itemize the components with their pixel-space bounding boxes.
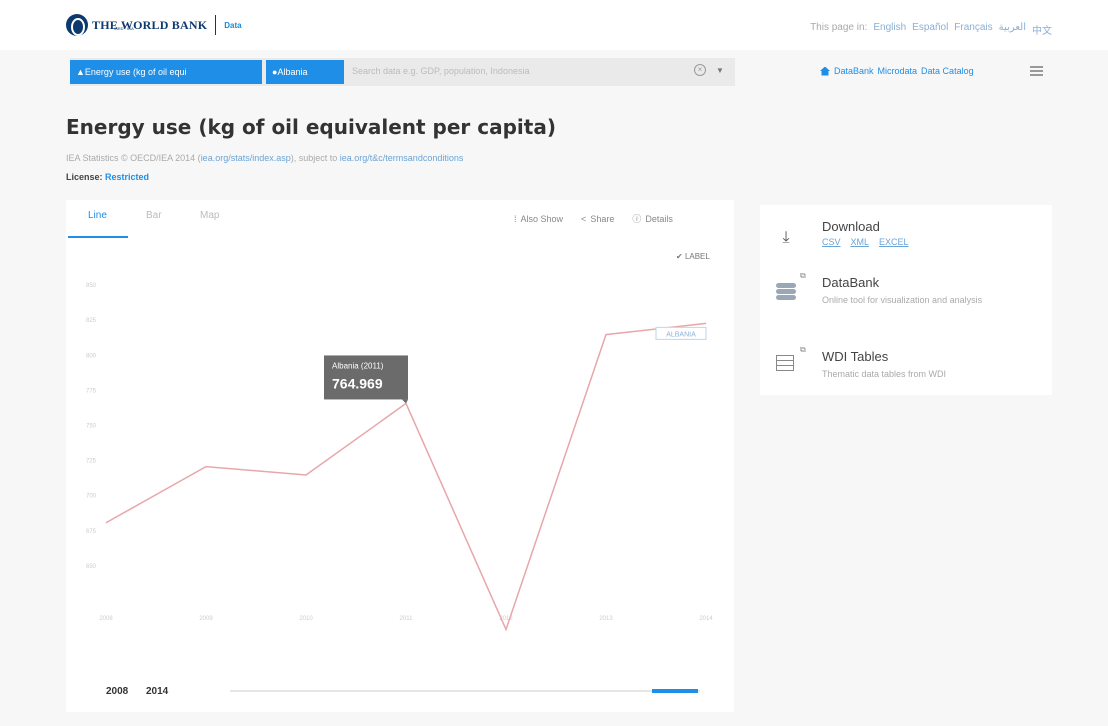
share-label: Share bbox=[590, 213, 615, 224]
y-tick-label: 700 bbox=[86, 494, 97, 500]
country-chip[interactable]: ● Albania bbox=[266, 60, 344, 84]
y-tick-label: 850 bbox=[86, 283, 97, 289]
y-tick-label: 725 bbox=[86, 459, 97, 465]
share-icon: < bbox=[581, 213, 587, 224]
lang-chinese[interactable]: 中文 bbox=[1032, 22, 1052, 37]
menu-icon[interactable] bbox=[1030, 66, 1043, 76]
search-input[interactable]: Search data e.g. GDP, population, Indone… bbox=[352, 66, 529, 76]
logo-sub: IBRD · IDA bbox=[114, 26, 134, 31]
lang-arabic[interactable]: العربية bbox=[999, 22, 1026, 37]
source-mid: ), subject to bbox=[290, 153, 340, 163]
download-xml-link[interactable]: XML bbox=[851, 237, 870, 247]
language-switcher: This page in: English Español Français ا… bbox=[810, 22, 1052, 37]
data-point[interactable] bbox=[504, 627, 508, 631]
nav-data-catalog[interactable]: Data Catalog bbox=[921, 66, 974, 76]
data-point[interactable] bbox=[304, 473, 308, 477]
info-icon: ⓘ bbox=[632, 214, 642, 224]
logo-section[interactable]: Data bbox=[224, 21, 241, 30]
y-tick-label: 750 bbox=[86, 423, 97, 429]
wdi-desc: Thematic data tables from WDI bbox=[822, 369, 947, 379]
nav-links: DataBank Microdata Data Catalog bbox=[820, 66, 974, 76]
x-tick-label: 2010 bbox=[299, 616, 313, 622]
country-chip-label: Albania bbox=[277, 67, 308, 77]
y-tick-label: 650 bbox=[86, 564, 97, 570]
y-tick-label: 825 bbox=[86, 318, 97, 324]
license-line: License: Restricted bbox=[66, 172, 149, 182]
x-tick-label: 2009 bbox=[199, 616, 213, 622]
nav-microdata[interactable]: Microdata bbox=[878, 66, 918, 76]
tooltip-value: 764.969 bbox=[332, 375, 383, 391]
world-bank-logo[interactable]: THE WORLD BANK IBRD · IDA Data bbox=[66, 14, 242, 36]
data-point[interactable] bbox=[604, 333, 608, 337]
source-link-stats[interactable]: iea.org/stats/index.asp bbox=[201, 153, 291, 163]
x-tick-label: 2014 bbox=[699, 616, 713, 622]
x-tick-label: 2008 bbox=[99, 616, 113, 622]
also-show-button[interactable]: ⁞ Also Show bbox=[514, 212, 563, 225]
lang-english[interactable]: English bbox=[873, 22, 906, 37]
clear-icon[interactable]: × bbox=[694, 64, 706, 76]
plus-icon: ⁞ bbox=[514, 213, 517, 224]
tooltip-title: Albania (2011) bbox=[332, 361, 384, 370]
data-point[interactable] bbox=[104, 521, 108, 525]
external-link-icon: ⧉ bbox=[800, 271, 806, 280]
y-tick-label: 775 bbox=[86, 388, 97, 394]
y-tick-label: 675 bbox=[86, 529, 97, 535]
logo-divider bbox=[215, 15, 217, 35]
range-slider-handle[interactable] bbox=[652, 689, 698, 693]
x-tick-label: 2013 bbox=[599, 616, 613, 622]
databank-desc: Online tool for visualization and analys… bbox=[822, 295, 983, 305]
range-end-year: 2014 bbox=[146, 686, 169, 697]
license-label: License: bbox=[66, 172, 103, 182]
download-icon: ⤓ bbox=[782, 229, 790, 246]
lang-francais[interactable]: Français bbox=[954, 22, 992, 37]
chart-tools: ⁞ Also Show < Share ⓘ Details bbox=[514, 212, 673, 225]
indicator-chip-label: Energy use (kg of oil equi bbox=[84, 67, 187, 77]
license-value[interactable]: Restricted bbox=[105, 172, 149, 182]
line-chart[interactable]: 650 675 700 725 750 775 800 825 850 2008 2009 2010 2… bbox=[66, 260, 734, 680]
data-point[interactable] bbox=[204, 465, 208, 469]
globe-icon bbox=[66, 14, 88, 36]
tab-map[interactable]: Map bbox=[200, 210, 219, 221]
page-title: Energy use (kg of oil equivalent per cap… bbox=[66, 115, 556, 139]
external-link-icon: ⧉ bbox=[800, 345, 806, 354]
chevron-down-icon[interactable]: ▼ bbox=[716, 66, 724, 75]
data-point[interactable] bbox=[704, 321, 708, 325]
download-title: Download bbox=[822, 219, 880, 234]
databank-title[interactable]: DataBank bbox=[822, 275, 879, 290]
also-show-label: Also Show bbox=[520, 213, 564, 224]
range-start-year: 2008 bbox=[106, 686, 129, 697]
sidebar-panel: ⤓ Download CSV XML EXCEL ⧉ DataBank Onli… bbox=[760, 205, 1052, 395]
range-slider-track[interactable] bbox=[230, 690, 700, 692]
details-label: Details bbox=[645, 213, 673, 224]
source-line: IEA Statistics © OECD/IEA 2014 (iea.org/… bbox=[66, 153, 463, 163]
share-button[interactable]: < Share bbox=[581, 212, 614, 225]
tab-line[interactable]: Line bbox=[88, 210, 107, 221]
tab-bar[interactable]: Bar bbox=[146, 210, 162, 221]
logo-text: THE WORLD BANK bbox=[92, 17, 208, 32]
download-csv-link[interactable]: CSV bbox=[822, 237, 841, 247]
series-label: ALBANIA bbox=[666, 331, 696, 338]
page-in-label: This page in: bbox=[810, 22, 868, 33]
y-tick-label: 800 bbox=[86, 353, 97, 359]
source-link-terms[interactable]: iea.org/t&c/termsandconditions bbox=[340, 153, 464, 163]
table-icon bbox=[776, 355, 794, 371]
chart-card: Line Bar Map ⁞ Also Show < Share ⓘ Details … bbox=[66, 200, 734, 712]
active-tab-indicator bbox=[68, 236, 128, 238]
database-icon bbox=[776, 283, 796, 301]
top-bar: THE WORLD BANK IBRD · IDA Data This page… bbox=[0, 0, 1108, 50]
x-tick-label: 2011 bbox=[400, 616, 414, 622]
source-text: IEA Statistics © OECD/IEA 2014 ( bbox=[66, 153, 201, 163]
search-bar: ▲ Energy use (kg of oil equi ● Albania Se… bbox=[70, 58, 735, 86]
wdi-title[interactable]: WDI Tables bbox=[822, 349, 888, 364]
download-links: CSV XML EXCEL bbox=[822, 237, 909, 247]
indicator-chip[interactable]: ▲ Energy use (kg of oil equi bbox=[70, 60, 262, 84]
lang-espanol[interactable]: Español bbox=[912, 22, 948, 37]
nav-databank[interactable]: DataBank bbox=[834, 66, 874, 76]
download-excel-link[interactable]: EXCEL bbox=[879, 237, 909, 247]
home-icon[interactable] bbox=[820, 66, 830, 76]
details-button[interactable]: ⓘ Details bbox=[632, 212, 673, 225]
